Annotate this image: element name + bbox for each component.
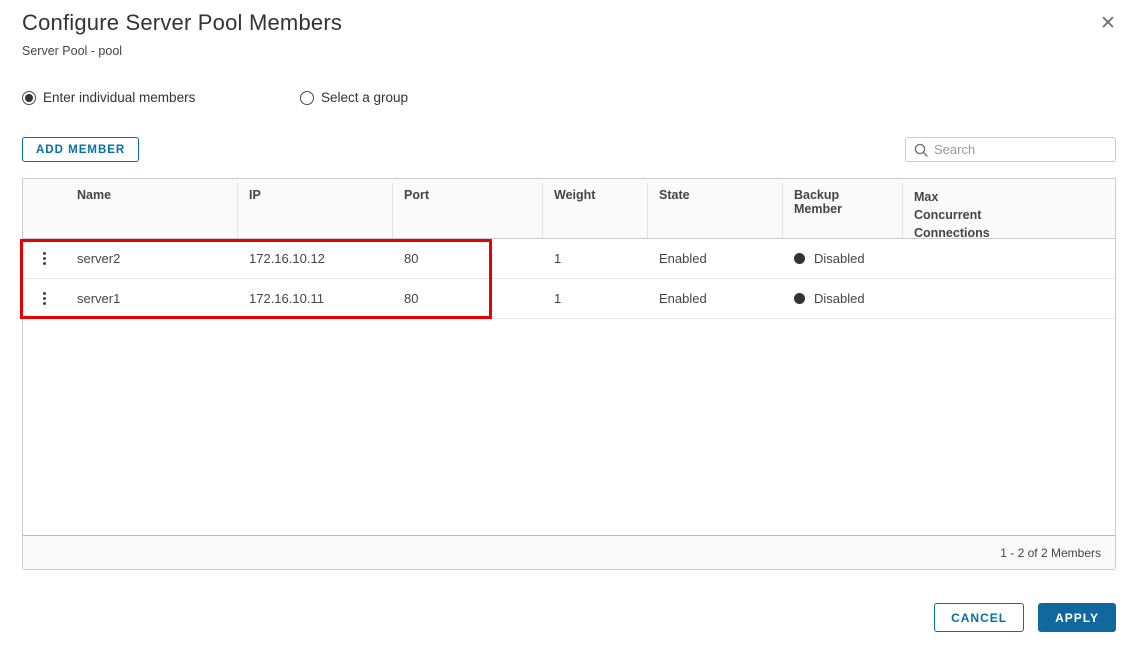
cell-name: server1 bbox=[77, 291, 121, 306]
radio-enter-individual-members[interactable]: Enter individual members bbox=[22, 90, 195, 105]
header-cell-state[interactable]: State bbox=[647, 179, 782, 242]
radio-selected-icon bbox=[22, 90, 36, 105]
row-menu-icon[interactable] bbox=[23, 239, 65, 278]
cell-state: Enabled bbox=[659, 291, 707, 306]
configure-server-pool-members-dialog: Configure Server Pool Members Server Poo… bbox=[0, 0, 1139, 650]
page-title: Configure Server Pool Members bbox=[22, 10, 343, 35]
cell-ip: 172.16.10.12 bbox=[249, 251, 325, 266]
cell-weight: 1 bbox=[554, 291, 562, 306]
dialog-subtitle: Server Pool - pool bbox=[22, 44, 123, 58]
apply-button[interactable]: APPLY bbox=[1038, 603, 1116, 632]
radio-unselected-icon bbox=[300, 90, 314, 105]
cancel-button[interactable]: CANCEL bbox=[934, 603, 1025, 632]
cell-port: 80 bbox=[404, 251, 419, 266]
header-cell-weight[interactable]: Weight bbox=[542, 179, 647, 242]
header-cell-max-concurrent-connections[interactable]: Max Concurrent Connections bbox=[902, 179, 1115, 242]
dialog-actions: CANCEL APPLY bbox=[934, 603, 1116, 632]
header-cell-name[interactable]: Name bbox=[65, 179, 237, 242]
close-icon[interactable]: ✕ bbox=[1094, 10, 1122, 38]
search-box[interactable] bbox=[905, 137, 1116, 162]
members-table: Name IP Port Weight State Backup Member … bbox=[22, 178, 1116, 570]
header-cell-ip[interactable]: IP bbox=[237, 179, 392, 242]
cell-backup-member: Disabled bbox=[782, 251, 902, 266]
search-input[interactable] bbox=[934, 142, 1107, 157]
table-footer: 1 - 2 of 2 Members bbox=[23, 535, 1115, 569]
table-header-row: Name IP Port Weight State Backup Member … bbox=[23, 179, 1115, 242]
cell-state: Enabled bbox=[659, 251, 707, 266]
search-icon bbox=[914, 143, 928, 157]
table-row[interactable]: server1 172.16.10.11 80 1 Enabled Disabl… bbox=[23, 279, 1115, 319]
status-dot-icon bbox=[794, 293, 805, 304]
radio-label: Select a group bbox=[321, 90, 409, 105]
add-member-button[interactable]: ADD MEMBER bbox=[22, 137, 140, 162]
header-cell-backup-member[interactable]: Backup Member bbox=[782, 179, 902, 242]
table-empty-area bbox=[23, 319, 1115, 535]
row-menu-icon[interactable] bbox=[23, 279, 65, 318]
header-cell-port[interactable]: Port bbox=[392, 179, 542, 242]
backup-member-label: Disabled bbox=[814, 251, 865, 266]
radio-label: Enter individual members bbox=[43, 90, 196, 105]
status-dot-icon bbox=[794, 253, 805, 264]
member-count: 1 - 2 of 2 Members bbox=[1000, 545, 1101, 560]
cell-ip: 172.16.10.11 bbox=[249, 291, 324, 306]
cell-weight: 1 bbox=[554, 251, 562, 266]
cell-backup-member: Disabled bbox=[782, 291, 902, 306]
table-row[interactable]: server2 172.16.10.12 80 1 Enabled Disabl… bbox=[23, 239, 1115, 279]
cell-name: server2 bbox=[77, 251, 121, 266]
cell-port: 80 bbox=[404, 291, 419, 306]
radio-select-a-group[interactable]: Select a group bbox=[300, 90, 408, 105]
backup-member-label: Disabled bbox=[814, 291, 865, 306]
header-cell-menu bbox=[23, 179, 65, 242]
